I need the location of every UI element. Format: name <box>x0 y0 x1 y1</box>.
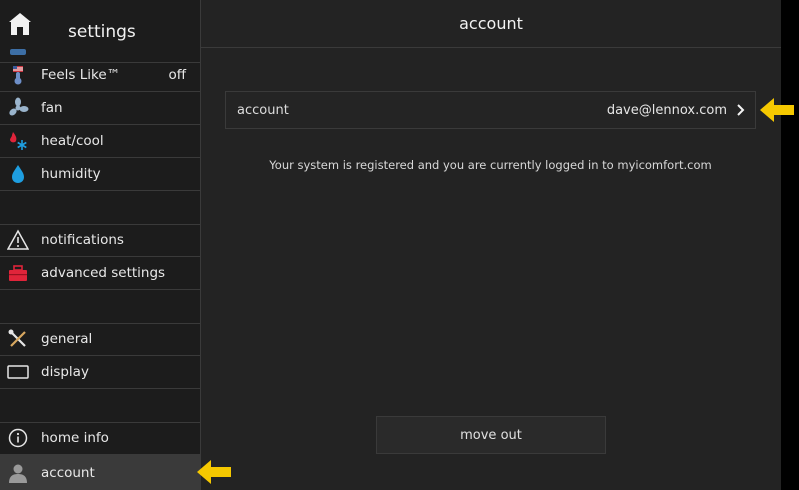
right-edge-strip <box>781 0 799 490</box>
account-row-label: account <box>237 102 289 118</box>
sidebar-item-notifications[interactable]: notifications <box>0 224 200 257</box>
sidebar-item-label: notifications <box>41 232 124 248</box>
sidebar: settings Feels Like™ off fan heat/cool h… <box>0 0 201 490</box>
sidebar-item-label: advanced settings <box>41 265 166 281</box>
sidebar-item-advanced-settings[interactable]: advanced settings <box>0 257 200 290</box>
fan-icon <box>7 97 29 119</box>
sidebar-item-humidity[interactable]: humidity <box>0 158 200 191</box>
sidebar-item-label: home info <box>41 430 109 446</box>
water-drop-icon <box>7 163 29 185</box>
main-header: account <box>201 0 781 48</box>
sidebar-spacer <box>0 191 200 225</box>
sidebar-item-label: general <box>41 331 93 347</box>
sidebar-item-account[interactable]: account <box>0 455 200 490</box>
sidebar-spacer <box>0 389 200 423</box>
thermometer-flag-icon <box>7 64 29 86</box>
sidebar-item-label: display <box>41 364 89 380</box>
sidebar-item-label: humidity <box>41 166 101 182</box>
arrow-left-icon <box>759 97 795 123</box>
sidebar-title: settings <box>68 22 136 42</box>
feels-like-value: off <box>168 67 186 83</box>
info-icon <box>7 427 29 449</box>
sidebar-item-label: heat/cool <box>41 133 104 149</box>
move-out-button[interactable]: move out <box>376 416 606 454</box>
account-row[interactable]: account dave@lennox.com <box>225 91 756 129</box>
sidebar-header: settings <box>0 0 200 48</box>
sidebar-item-display[interactable]: display <box>0 356 200 389</box>
sidebar-spacer <box>0 290 200 324</box>
user-icon <box>7 462 29 484</box>
arrow-left-icon <box>196 459 232 485</box>
sidebar-item-label: fan <box>41 100 63 116</box>
sidebar-item-label: account <box>41 464 95 481</box>
registration-status-text: Your system is registered and you are cu… <box>269 158 712 172</box>
toolbox-icon <box>7 262 29 284</box>
page-title: account <box>459 14 523 33</box>
sidebar-item-fan[interactable]: fan <box>0 92 200 125</box>
sidebar-item-heat-cool[interactable]: heat/cool <box>0 125 200 158</box>
sidebar-item-general[interactable]: general <box>0 323 200 356</box>
tools-icon <box>7 328 29 350</box>
sidebar-item-feels-like[interactable]: Feels Like™ off <box>0 59 200 92</box>
warning-triangle-icon <box>7 229 29 251</box>
display-icon <box>7 361 29 383</box>
home-icon[interactable] <box>8 12 32 36</box>
sidebar-item-label: Feels Like™ <box>41 67 121 83</box>
flame-snowflake-icon <box>7 130 29 152</box>
account-email: dave@lennox.com <box>606 102 727 118</box>
sidebar-item-home-info[interactable]: home info <box>0 422 200 455</box>
chevron-right-icon <box>733 102 749 118</box>
